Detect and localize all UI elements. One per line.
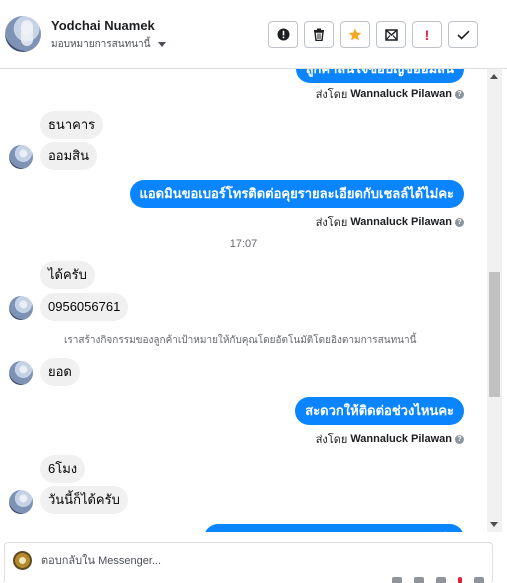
outgoing-message: สะดวกให้ติดต่อช่วงไหนคะ bbox=[295, 397, 464, 425]
spam-button[interactable]: ! bbox=[412, 21, 442, 48]
saved-replies-icon[interactable] bbox=[414, 577, 424, 583]
info-circle-icon bbox=[277, 28, 289, 41]
assign-conversation-dropdown[interactable]: มอบหมายการสนทนานี้ bbox=[51, 37, 167, 52]
star-button[interactable] bbox=[340, 21, 370, 48]
attachment-icon[interactable] bbox=[392, 577, 402, 583]
outgoing-message: แอดมินขอเบอร์โทรติดต่อคุยรายละเอียดกับเช… bbox=[129, 180, 464, 208]
incoming-message: 6โมง bbox=[40, 455, 86, 483]
thread-scrollbar[interactable] bbox=[487, 69, 502, 532]
contact-avatar-small[interactable] bbox=[9, 296, 33, 320]
help-icon[interactable]: ? bbox=[455, 217, 464, 227]
sent-by-label: ส่งโดย Wannaluck Pilawan ? bbox=[316, 85, 464, 103]
contact-avatar[interactable] bbox=[5, 16, 41, 52]
contact-avatar-small[interactable] bbox=[9, 361, 33, 385]
incoming-message: ได้ครับ bbox=[40, 261, 95, 289]
reply-input[interactable] bbox=[41, 551, 461, 571]
sent-by-label: ส่งโดย Wannaluck Pilawan ? bbox=[316, 430, 464, 448]
mark-unread-button[interactable] bbox=[376, 21, 406, 48]
exclamation-icon: ! bbox=[424, 26, 430, 43]
caret-down-icon bbox=[158, 42, 167, 47]
message-thread[interactable]: ลูกค้าสนใจซื้อบัญชีออมสิน ส่งโดย Wannalu… bbox=[0, 69, 487, 532]
contact-name[interactable]: Yodchai Nuamek bbox=[51, 18, 155, 33]
incoming-message: ธนาคาร bbox=[40, 111, 104, 139]
incoming-message: ยอด bbox=[40, 358, 80, 386]
contact-avatar-small[interactable] bbox=[9, 145, 33, 169]
trash-icon bbox=[314, 28, 324, 41]
delete-button[interactable] bbox=[304, 21, 334, 48]
outgoing-message-partial: ลูกค้าสนใจซื้อบัญชีออมสิน bbox=[295, 69, 464, 83]
system-notice: เราสร้างกิจกรรมของลูกค้าเป้าหมายให้กับคุ… bbox=[64, 335, 417, 346]
flag-icon[interactable] bbox=[458, 577, 462, 583]
reply-composer bbox=[4, 542, 493, 583]
scrollbar-thumb[interactable] bbox=[489, 272, 500, 397]
page-avatar bbox=[13, 551, 32, 570]
contact-avatar-small[interactable] bbox=[9, 490, 33, 514]
conversation-actions: ! bbox=[268, 21, 478, 48]
incoming-message: ออมสิน bbox=[40, 142, 98, 170]
envelope-icon bbox=[384, 28, 398, 41]
assign-label: มอบหมายการสนทนานี้ bbox=[51, 39, 151, 50]
help-icon[interactable]: ? bbox=[455, 434, 464, 444]
sent-by-label: ส่งโดย Wannaluck Pilawan ? bbox=[316, 213, 464, 231]
agent-name: Wannaluck Pilawan bbox=[350, 216, 452, 228]
conversation-header: Yodchai Nuamek มอบหมายการสนทนานี้ ! bbox=[0, 0, 507, 69]
agent-name: Wannaluck Pilawan bbox=[350, 433, 452, 445]
composer-toolbar bbox=[392, 577, 484, 583]
timestamp: 17:07 bbox=[229, 238, 258, 250]
more-icon[interactable] bbox=[474, 577, 484, 583]
scroll-down-arrow-icon[interactable] bbox=[490, 522, 498, 527]
agent-name: Wannaluck Pilawan bbox=[350, 88, 452, 100]
done-button[interactable] bbox=[448, 21, 478, 48]
check-icon bbox=[456, 30, 470, 40]
scroll-up-arrow-icon[interactable] bbox=[490, 74, 498, 79]
help-icon[interactable]: ? bbox=[455, 89, 464, 99]
incoming-message: วันนี้ก็ได้ครับ bbox=[40, 486, 128, 514]
info-button[interactable] bbox=[268, 21, 298, 48]
outgoing-message-partial: ค่ะ bbox=[204, 524, 464, 532]
star-icon bbox=[348, 28, 362, 41]
incoming-message[interactable]: 0956056761 bbox=[40, 293, 129, 321]
emoji-icon[interactable] bbox=[436, 577, 446, 583]
